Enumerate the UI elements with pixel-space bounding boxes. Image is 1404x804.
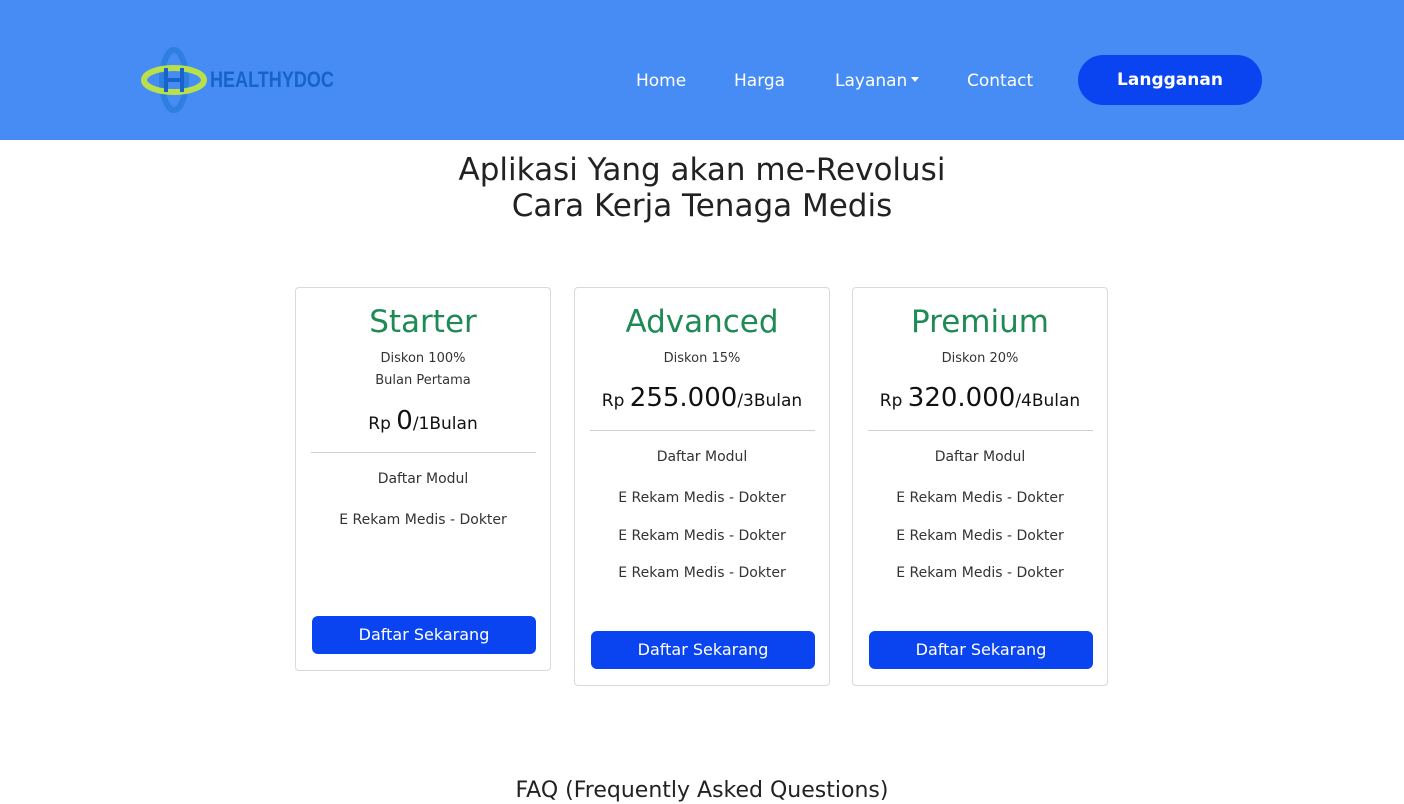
- daftar-sekarang-button[interactable]: Daftar Sekarang: [591, 631, 815, 669]
- price-amount: 0: [396, 406, 413, 436]
- subscribe-button[interactable]: Langganan: [1078, 55, 1262, 105]
- plan-name: Advanced: [625, 304, 779, 340]
- nav-harga[interactable]: Harga: [734, 68, 785, 94]
- module-item: E Rekam Medis - Dokter: [896, 565, 1064, 581]
- module-item: E Rekam Medis - Dokter: [896, 527, 1064, 544]
- price-currency: Rp: [879, 391, 903, 411]
- caret-down-icon: [911, 76, 920, 82]
- modules-title: Daftar Modul: [377, 471, 469, 487]
- nav-contact[interactable]: Contact: [967, 68, 1033, 94]
- price-period: /3Bulan: [737, 391, 803, 411]
- nav-layanan-dropdown[interactable]: Layanan: [835, 68, 920, 94]
- plan-price: Rp 320.000/4Bulan: [853, 383, 1107, 413]
- modules-list: E Rekam Medis - Dokter E Rekam Medis - D…: [575, 488, 829, 601]
- hero-title-line1: Aplikasi Yang akan me-Revolusi: [458, 152, 946, 188]
- price-amount: 320.000: [907, 383, 1016, 413]
- modules-list: E Rekam Medis - Dokter E Rekam Medis - D…: [853, 488, 1107, 601]
- daftar-sekarang-button[interactable]: Daftar Sekarang: [869, 631, 1093, 669]
- modules-list: E Rekam Medis - Dokter: [296, 510, 550, 548]
- plan-discount: Diskon 20%: [853, 348, 1107, 370]
- plan-discount: Diskon 15%: [575, 348, 829, 370]
- nav-layanan-label: Layanan: [835, 71, 908, 91]
- plan-card-advanced: Advanced Diskon 15% Rp 255.000/3Bulan Da…: [574, 287, 830, 686]
- plan-price: Rp 0/1Bulan: [296, 406, 550, 436]
- modules-title: Daftar Modul: [656, 449, 748, 465]
- module-item: E Rekam Medis - Dokter: [618, 527, 786, 544]
- plan-discount-line: Diskon 15%: [663, 351, 741, 366]
- plan-card-starter: Starter Diskon 100% Bulan Pertama Rp 0/1…: [295, 287, 551, 671]
- plan-name: Starter: [369, 304, 477, 340]
- hero-title: Aplikasi Yang akan me-Revolusi Cara Kerj…: [0, 152, 1404, 224]
- plan-card-premium: Premium Diskon 20% Rp 320.000/4Bulan Daf…: [852, 287, 1108, 686]
- faq-title: FAQ (Frequently Asked Questions): [515, 778, 889, 803]
- modules-title: Daftar Modul: [934, 449, 1026, 465]
- price-currency: Rp: [601, 391, 625, 411]
- price-currency: Rp: [368, 414, 391, 434]
- plan-name: Premium: [911, 304, 1049, 340]
- plan-discount-line: Bulan Pertama: [375, 373, 471, 388]
- price-period: /4Bulan: [1015, 391, 1081, 411]
- price-period: /1Bulan: [412, 414, 478, 434]
- hero-title-line2: Cara Kerja Tenaga Medis: [511, 188, 893, 224]
- navbar: HEALTHYDOC Home Harga Layanan Contact La…: [0, 0, 1404, 140]
- plan-discount: Diskon 100% Bulan Pertama: [296, 348, 550, 392]
- module-item: E Rekam Medis - Dokter: [896, 490, 1064, 506]
- divider: [590, 430, 815, 431]
- divider: [311, 452, 536, 453]
- divider: [868, 430, 1093, 431]
- module-item: E Rekam Medis - Dokter: [339, 512, 507, 528]
- plan-discount-line: Diskon 100%: [380, 351, 466, 366]
- module-item: E Rekam Medis - Dokter: [618, 490, 786, 506]
- daftar-sekarang-button[interactable]: Daftar Sekarang: [312, 616, 536, 654]
- module-item: E Rekam Medis - Dokter: [618, 565, 786, 581]
- plan-price: Rp 255.000/3Bulan: [575, 383, 829, 413]
- nav-home[interactable]: Home: [636, 68, 686, 94]
- price-amount: 255.000: [629, 383, 738, 413]
- plan-discount-line: Diskon 20%: [941, 351, 1019, 366]
